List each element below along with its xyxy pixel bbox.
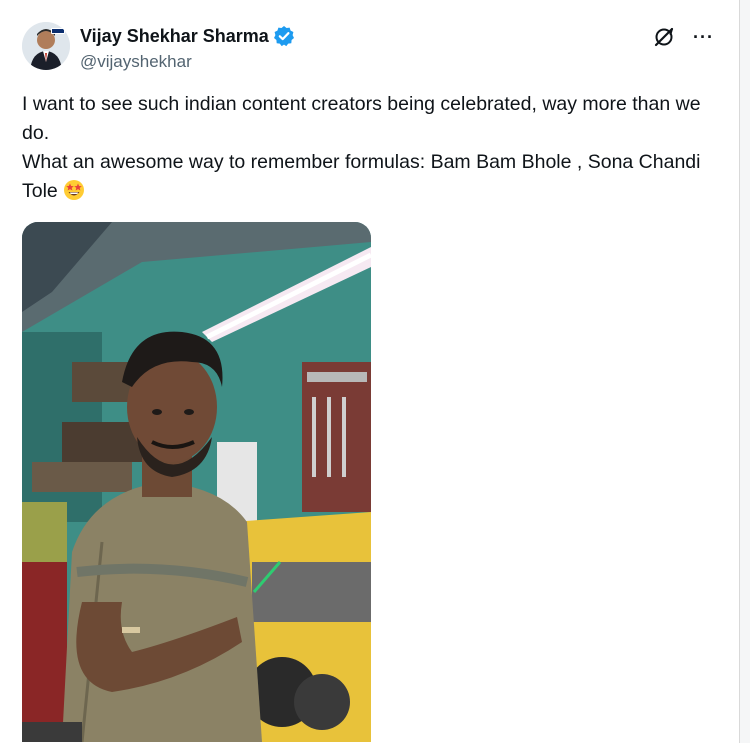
video-thumbnail-image <box>22 222 371 742</box>
tweet-text: I want to see such indian content creato… <box>22 90 712 206</box>
grok-icon[interactable] <box>653 26 675 48</box>
tweet-line-2-text: What an awesome way to remember formulas… <box>22 151 701 202</box>
display-name[interactable]: Vijay Shekhar Sharma <box>80 26 269 47</box>
tweet-line-2: What an awesome way to remember formulas… <box>22 148 712 206</box>
avatar[interactable] <box>22 22 70 70</box>
author-names: Vijay Shekhar Sharma @vijayshekhar <box>80 24 295 72</box>
tweet-line-1: I want to see such indian content creato… <box>22 93 701 144</box>
more-icon[interactable]: ··· <box>693 26 714 48</box>
handle[interactable]: @vijayshekhar <box>80 52 295 72</box>
verified-badge-icon <box>273 25 295 47</box>
tweet-card: Vijay Shekhar Sharma @vijayshekhar ··· I… <box>0 0 740 743</box>
star-struck-emoji-icon <box>63 179 85 201</box>
header-actions: ··· <box>653 26 714 48</box>
tweet-media-video[interactable] <box>22 222 371 742</box>
display-name-row: Vijay Shekhar Sharma <box>80 24 295 48</box>
page-edge <box>740 0 750 743</box>
avatar-image <box>22 22 70 70</box>
tweet-header: Vijay Shekhar Sharma @vijayshekhar ··· <box>22 22 722 74</box>
